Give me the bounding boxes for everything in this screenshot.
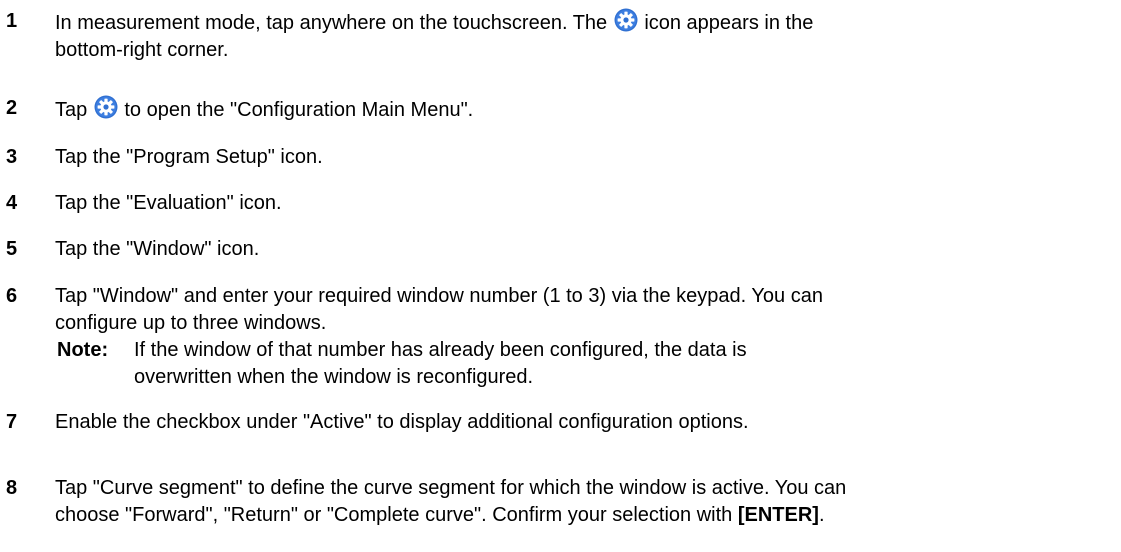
step-text: Tap the "Evaluation" icon. xyxy=(55,192,282,214)
step-line: choose "Forward", "Return" or "Complete … xyxy=(55,502,1095,529)
step-number: 6 xyxy=(6,285,18,307)
step-text: Tap to open the "Configuration Main Menu… xyxy=(55,95,1095,124)
step-number: 1 xyxy=(6,10,18,32)
step-number: 4 xyxy=(6,192,18,214)
step-text: Tap the "Program Setup" icon. xyxy=(55,146,323,168)
step-number: 8 xyxy=(6,477,18,499)
step-text: Enable the checkbox under "Active" to di… xyxy=(55,411,749,433)
step-number: 7 xyxy=(6,411,18,433)
step-line: configure up to three windows. xyxy=(55,312,327,334)
step-number: 2 xyxy=(6,97,18,119)
step-line: Tap "Window" and enter your required win… xyxy=(55,285,823,307)
gear-icon xyxy=(614,8,638,32)
step-text-segment: choose "Forward", "Return" or "Complete … xyxy=(55,504,733,526)
enter-key-label: [ENTER] xyxy=(737,504,819,526)
step-text: In measurement mode, tap anywhere on the… xyxy=(55,8,1095,64)
step-text-segment: . xyxy=(818,504,825,526)
step-number: 5 xyxy=(6,238,18,260)
step-text-segment: Tap xyxy=(55,99,88,121)
note-line: overwritten when the window is reconfigu… xyxy=(134,366,534,388)
step-text-segment: to open the "Configuration Main Menu". xyxy=(124,99,474,121)
step-text: Tap "Curve segment" to define the curve … xyxy=(55,475,1095,529)
step-text-segment: In measurement mode, tap anywhere on the… xyxy=(55,12,608,34)
step-line: Tap "Curve segment" to define the curve … xyxy=(55,477,847,499)
step-line: bottom-right corner. xyxy=(55,39,229,61)
step-line: In measurement mode, tap anywhere on the… xyxy=(55,8,1095,37)
step-text-segment: icon appears in the xyxy=(644,12,814,34)
note-line: If the window of that number has already… xyxy=(134,339,747,361)
note-label: Note: xyxy=(57,339,109,361)
step-text: Tap "Window" and enter your required win… xyxy=(55,283,1095,337)
note-text: If the window of that number has already… xyxy=(134,337,1074,391)
step-number: 3 xyxy=(6,146,18,168)
gear-icon xyxy=(94,95,118,119)
step-text: Tap the "Window" icon. xyxy=(55,238,260,260)
